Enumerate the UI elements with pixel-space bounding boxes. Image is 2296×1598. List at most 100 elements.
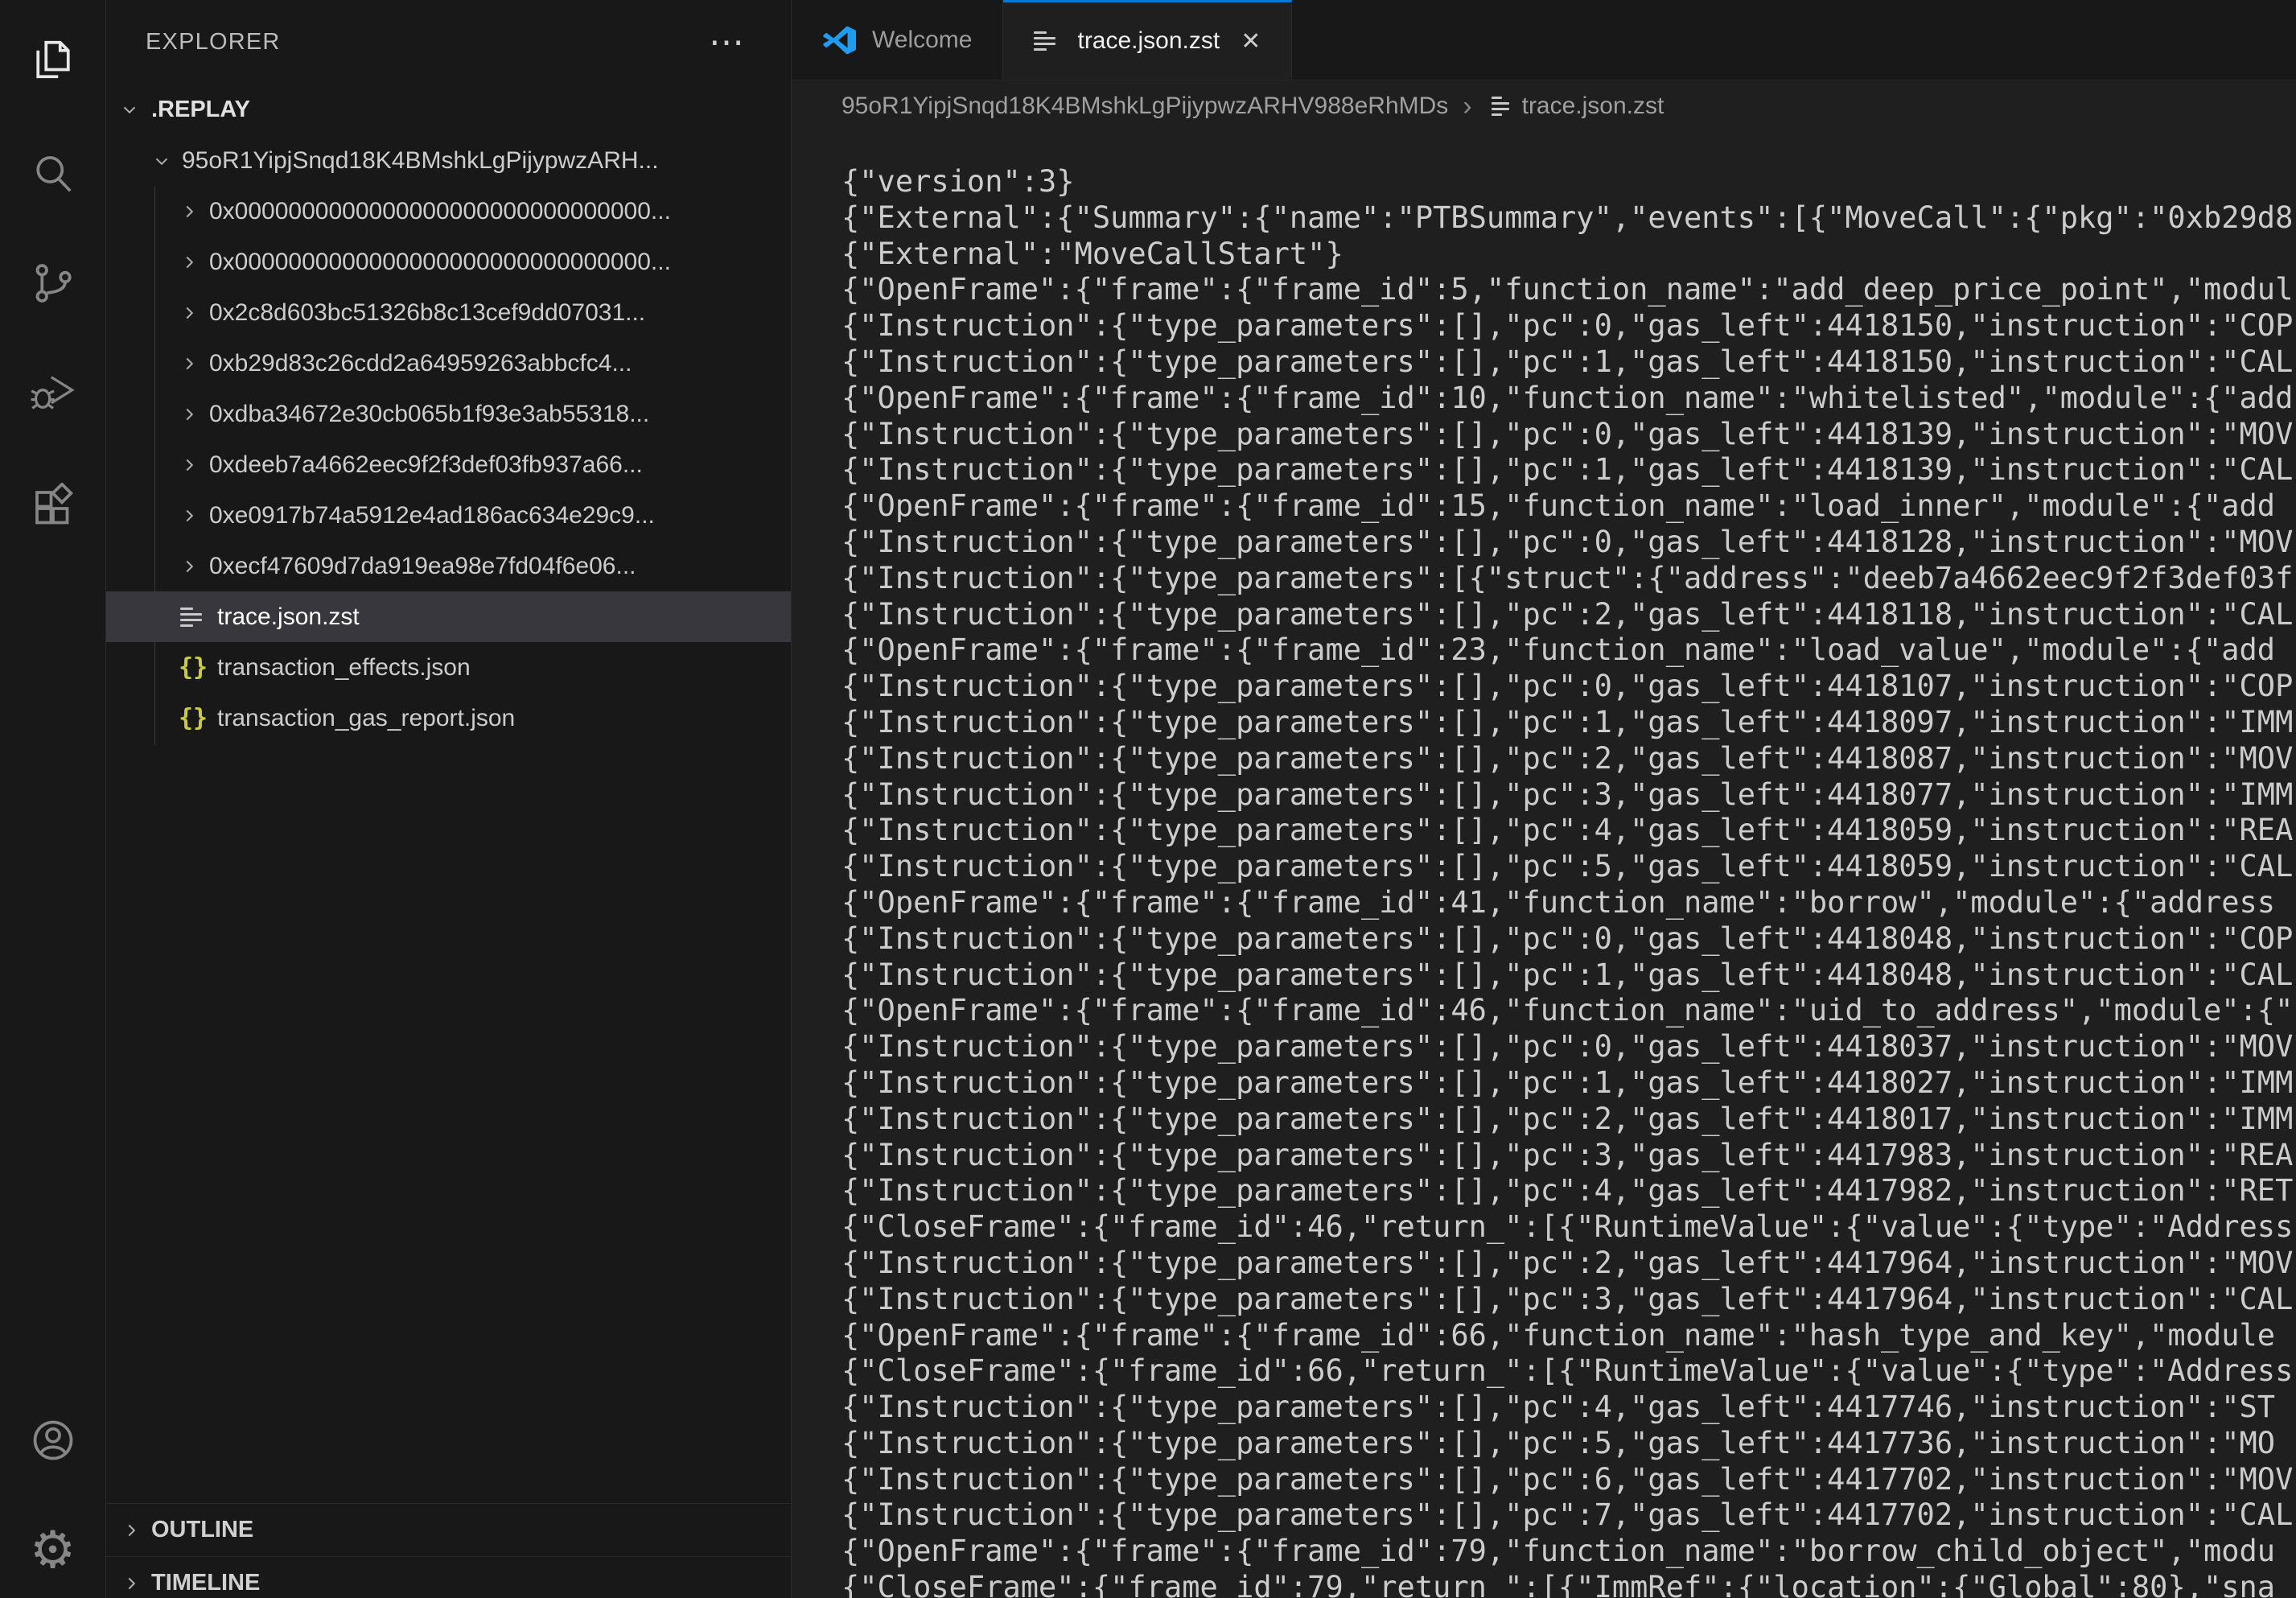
chevron-right-icon [175,553,203,580]
chevron-right-icon [175,451,203,479]
code-line: {"Instruction":{"type_parameters":[{"str… [841,561,2296,597]
code-line: {"Instruction":{"type_parameters":[],"pc… [841,597,2296,633]
tree-folder-row[interactable]: 0xdba34672e30cb065b1f93e3ab55318... [106,389,791,439]
code-line: {"Instruction":{"type_parameters":[],"pc… [841,344,2296,381]
code-line: {"Instruction":{"type_parameters":[],"pc… [841,849,2296,885]
tree-item-label: 0x0000000000000000000000000000000... [209,249,671,276]
source-control-icon[interactable] [0,251,105,315]
code-line: {"Instruction":{"type_parameters":[],"pc… [841,705,2296,741]
chevron-right-icon [117,1570,145,1597]
tree-item-label: transaction_gas_report.json [217,705,515,732]
file-lines-icon [1034,31,1061,51]
tab-trace-json-zst[interactable]: trace.json.zst ✕ [1003,0,1292,80]
code-line: {"External":{"Summary":{"name":"PTBSumma… [841,200,2296,237]
tab-label: Welcome [872,27,972,54]
tree-item-label: 0x2c8d603bc51326b8c13cef9dd07031... [209,299,645,327]
code-line: {"Instruction":{"type_parameters":[],"pc… [841,308,2296,344]
code-line: {"version":3} [841,164,2296,200]
code-line: {"Instruction":{"type_parameters":[],"pc… [841,921,2296,958]
code-line: {"OpenFrame":{"frame":{"frame_id":66,"fu… [841,1318,2296,1354]
tree-folder-row[interactable]: 0xb29d83c26cdd2a64959263abbcfc4... [106,338,791,389]
tree-item-label: 0x0000000000000000000000000000000... [209,198,671,225]
settings-gear-icon[interactable]: ⚙ [0,1518,105,1582]
chevron-right-icon [175,198,203,225]
file-lines-icon [1487,97,1512,116]
chevron-down-icon [116,96,143,123]
breadcrumb-file[interactable]: trace.json.zst [1522,93,1664,120]
code-line: {"External":"MoveCallStart"} [841,237,2296,273]
code-line: {"Instruction":{"type_parameters":[],"pc… [841,417,2296,453]
tree-item-label: 0xdeeb7a4662eec9f2f3def03fb937a66... [209,451,643,479]
tab-label: trace.json.zst [1077,27,1220,55]
code-line: {"Instruction":{"type_parameters":[],"pc… [841,1426,2296,1462]
code-line: {"OpenFrame":{"frame":{"frame_id":41,"fu… [841,885,2296,921]
tree-file-row[interactable]: {}transaction_gas_report.json [106,693,791,743]
code-line: {"Instruction":{"type_parameters":[],"pc… [841,669,2296,705]
code-line: {"Instruction":{"type_parameters":[],"pc… [841,1497,2296,1534]
code-line: {"OpenFrame":{"frame":{"frame_id":23,"fu… [841,632,2296,669]
breadcrumb-folder[interactable]: 95oR1YipjSnqd18K4BMshkLgPijypwzARHV988eR… [841,93,1448,120]
timeline-label: TIMELINE [151,1570,260,1596]
code-line: {"Instruction":{"type_parameters":[],"pc… [841,525,2296,561]
tree-item-label: transaction_effects.json [217,654,471,682]
code-line: {"OpenFrame":{"frame":{"frame_id":5,"fun… [841,272,2296,308]
code-line: {"CloseFrame":{"frame_id":46,"return_":[… [841,1209,2296,1246]
tree-item-label: 0xb29d83c26cdd2a64959263abbcfc4... [209,350,632,377]
activity-bar: ⚙ [0,0,106,1598]
tree-folder-row[interactable]: 0x0000000000000000000000000000000... [106,186,791,237]
root-folder-label: .REPLAY [151,97,250,123]
vscode-logo-icon [822,23,856,57]
code-line: {"Instruction":{"type_parameters":[],"pc… [841,1282,2296,1318]
code-line: {"Instruction":{"type_parameters":[],"pc… [841,777,2296,813]
chevron-right-icon [175,249,203,276]
code-line: {"Instruction":{"type_parameters":[],"pc… [841,813,2296,849]
code-line: {"OpenFrame":{"frame":{"frame_id":15,"fu… [841,488,2296,525]
code-line: {"OpenFrame":{"frame":{"frame_id":79,"fu… [841,1534,2296,1570]
tree-item-label: 0xe0917b74a5912e4ad186ac634e29c9... [209,502,655,529]
code-line: {"CloseFrame":{"frame_id":79,"return_":[… [841,1570,2296,1598]
code-line: {"Instruction":{"type_parameters":[],"pc… [841,1246,2296,1282]
sidebar-section-timeline[interactable]: TIMELINE [106,1556,791,1598]
code-line: {"OpenFrame":{"frame":{"frame_id":46,"fu… [841,993,2296,1029]
chevron-right-icon [175,401,203,428]
code-line: {"Instruction":{"type_parameters":[],"pc… [841,1390,2296,1426]
tree-folder-row[interactable]: 0xdeeb7a4662eec9f2f3def03fb937a66... [106,439,791,490]
breadcrumb-separator: › [1463,91,1471,122]
tree-file-row[interactable]: {}transaction_effects.json [106,642,791,693]
chevron-right-icon [175,299,203,327]
extensions-icon[interactable] [0,475,105,539]
sidebar-header: EXPLORER ⋯ [106,18,791,66]
code-line: {"Instruction":{"type_parameters":[],"pc… [841,1138,2296,1174]
tree-item-label: 0xdba34672e30cb065b1f93e3ab55318... [209,401,649,428]
run-debug-icon[interactable] [0,360,105,425]
search-icon[interactable] [0,142,105,206]
file-tree: 95oR1YipjSnqd18K4BMshkLgPijypwzARH... 0x0… [106,135,791,743]
file-lines-icon [175,607,211,627]
code-line: {"Instruction":{"type_parameters":[],"pc… [841,1462,2296,1498]
code-line: {"Instruction":{"type_parameters":[],"pc… [841,741,2296,777]
code-line: {"Instruction":{"type_parameters":[],"pc… [841,1173,2296,1209]
tree-folder-row[interactable]: 0xecf47609d7da919ea98e7fd04f6e06... [106,541,791,591]
chevron-right-icon [117,1517,145,1544]
tree-file-row[interactable]: trace.json.zst [106,591,791,642]
chevron-right-icon [175,502,203,529]
tree-item-label: 0xecf47609d7da919ea98e7fd04f6e06... [209,553,636,580]
tree-folder-row[interactable]: 0x0000000000000000000000000000000... [106,237,791,287]
tree-folder-row[interactable]: 95oR1YipjSnqd18K4BMshkLgPijypwzARH... [106,135,791,186]
account-icon[interactable] [0,1408,105,1472]
code-line: {"CloseFrame":{"frame_id":66,"return_":[… [841,1353,2296,1390]
tree-folder-row[interactable]: 0xe0917b74a5912e4ad186ac634e29c9... [106,490,791,541]
code-line: {"OpenFrame":{"frame":{"frame_id":10,"fu… [841,381,2296,417]
sidebar-item-replay-root[interactable]: .REPLAY [106,84,791,135]
sidebar-section-outline[interactable]: OUTLINE [106,1503,791,1556]
editor-content[interactable]: {"version":3}{"External":{"Summary":{"na… [792,132,2296,1598]
close-icon[interactable]: ✕ [1241,27,1261,56]
breadcrumb: 95oR1YipjSnqd18K4BMshkLgPijypwzARHV988eR… [792,80,2296,132]
explorer-icon[interactable] [0,27,105,92]
tree-folder-row[interactable]: 0x2c8d603bc51326b8c13cef9dd07031... [106,287,791,338]
more-actions-icon[interactable]: ⋯ [709,18,744,66]
vscode-window: ⚙ EXPLORER ⋯ .REPLAY 95oR1YipjSnqd18K4BM… [0,0,2296,1598]
tab-welcome[interactable]: Welcome [792,0,1003,80]
sidebar-title: EXPLORER [146,29,281,56]
code-line: {"Instruction":{"type_parameters":[],"pc… [841,1065,2296,1102]
